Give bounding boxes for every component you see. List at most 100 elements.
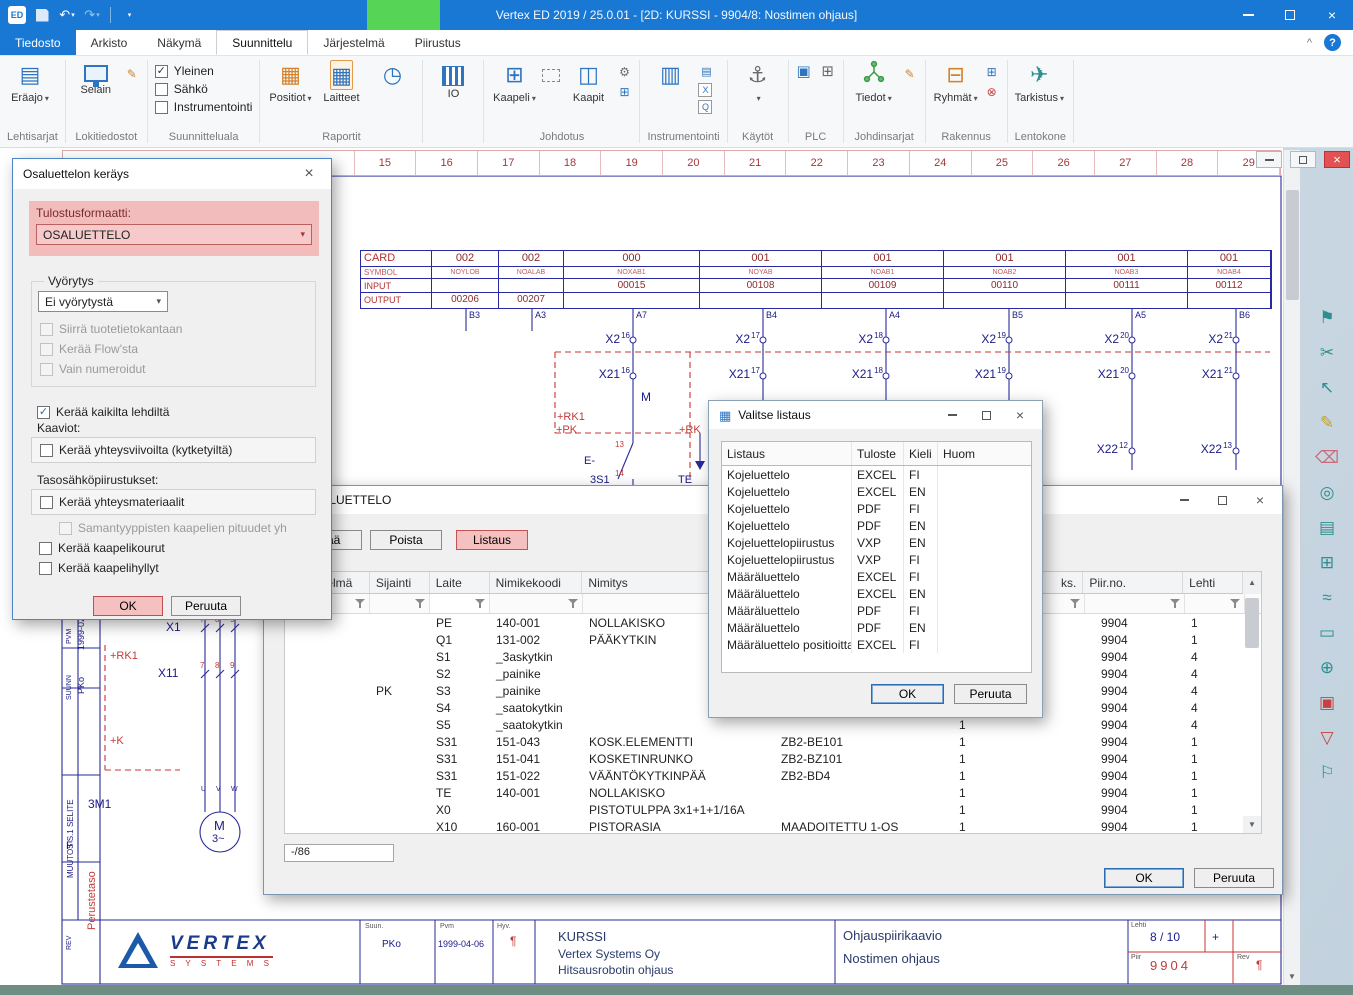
kaapelikourut-checkbox[interactable]: Kerää kaapelikourut <box>39 541 165 555</box>
minimize-button[interactable] <box>1227 0 1269 30</box>
list-item[interactable]: KojeluetteloEXCELEN <box>722 483 1031 500</box>
maximize-button[interactable] <box>1269 0 1311 30</box>
yhteysmateriaalit-checkbox[interactable]: Kerää yhteysmateriaalit <box>40 495 184 509</box>
remove-group-icon[interactable]: ⊗ <box>984 84 1000 100</box>
tab-piirustus[interactable]: Piirustus <box>400 30 476 55</box>
filter-icon[interactable] <box>568 598 578 609</box>
tab-tiedosto[interactable]: Tiedosto <box>0 30 76 55</box>
table-row[interactable]: S31151-041KOSKETINRUNKOZB2-BZ101199041 <box>285 750 1261 767</box>
mdi-restore-button[interactable] <box>1290 151 1316 168</box>
kaapelihyllyt-checkbox[interactable]: Kerää kaapelihyllyt <box>39 561 159 575</box>
selain-button[interactable]: Selain <box>73 60 119 97</box>
laitteet-button[interactable]: ▦ Laitteet <box>318 60 364 105</box>
grid-tool[interactable]: ⊞ <box>1320 553 1334 573</box>
listing-table[interactable]: Listaus Tuloste Kieli Huom KojeluetteloE… <box>721 441 1032 673</box>
dialog-close-button[interactable]: × <box>1012 407 1028 423</box>
edit-harness-icon[interactable]: ✎ <box>902 66 918 82</box>
gear-icon[interactable]: ⚙ <box>616 64 632 80</box>
scrollbar-thumb[interactable] <box>1286 190 1299 300</box>
list-item[interactable]: KojeluetteloEXCELFI <box>722 466 1031 483</box>
tab-nakyma[interactable]: Näkymä <box>142 30 216 55</box>
grid-small-icon[interactable]: ⊞ <box>616 84 632 100</box>
samantyyppisten-checkbox[interactable]: Samantyyppisten kaapelien pituudet yh <box>59 521 314 535</box>
plc-grid-icon[interactable]: ⊞ <box>820 64 836 80</box>
table-scrollbar-thumb[interactable] <box>1245 598 1259 648</box>
numeroidut-checkbox[interactable]: Vain numeroidut <box>40 362 146 376</box>
filter-icon[interactable] <box>1070 598 1080 609</box>
vertical-scrollbar[interactable]: ▲ ▼ <box>1283 150 1300 985</box>
edit-log-icon[interactable]: ✎ <box>124 66 140 82</box>
dialog-titlebar[interactable]: Osaluettelon keräys × <box>13 159 331 189</box>
cells-tool[interactable]: ▤ <box>1319 518 1335 538</box>
eraajo-button[interactable]: ▤ Eräajo▾ <box>7 60 53 105</box>
close-button[interactable]: × <box>1311 0 1353 30</box>
target-tool[interactable]: ◎ <box>1320 483 1335 503</box>
list-item[interactable]: KojeluetteloPDFEN <box>722 517 1031 534</box>
filter-icon[interactable] <box>1230 598 1240 609</box>
filter-icon[interactable] <box>355 598 365 609</box>
list-item[interactable]: MääräluetteloPDFFI <box>722 602 1031 619</box>
list-item[interactable]: KojeluettelopiirustusVXPEN <box>722 534 1031 551</box>
list-item[interactable]: MääräluetteloPDFEN <box>722 619 1031 636</box>
io-button[interactable]: IO <box>430 60 476 101</box>
peruuta-button[interactable]: Peruuta <box>171 596 241 616</box>
dialog-maximize-button[interactable] <box>978 407 994 423</box>
list-item[interactable]: KojeluettelopiirustusVXPFI <box>722 551 1031 568</box>
listaus-button[interactable]: Listaus <box>456 530 528 550</box>
dialog-maximize-button[interactable] <box>1214 492 1230 508</box>
kaapit-button[interactable]: ◫ Kaapit <box>565 60 611 105</box>
flag-tool[interactable]: ⚑ <box>1319 308 1334 328</box>
ok-button[interactable]: OK <box>1104 868 1184 888</box>
filter-icon[interactable] <box>1170 598 1180 609</box>
wave-tool[interactable]: ≈ <box>1322 588 1331 608</box>
tarkistus-button[interactable]: ✈ Tarkistus▾ <box>1015 60 1064 105</box>
collapse-ribbon-button[interactable]: ^ <box>1307 37 1312 49</box>
app-logo[interactable]: ED <box>6 3 28 27</box>
mdi-close-button[interactable]: × <box>1324 151 1350 168</box>
tab-arkisto[interactable]: Arkisto <box>76 30 143 55</box>
dialog-minimize-button[interactable] <box>944 407 960 423</box>
table-row[interactable]: X10160-001PISTORASIAMAADOITETTU 1-OS1990… <box>285 818 1261 835</box>
tab-jarjestelma[interactable]: Järjestelmä <box>308 30 399 55</box>
table-row[interactable]: S5_saatokytkin199044 <box>285 716 1261 733</box>
list-item[interactable]: MääräluetteloEXCELEN <box>722 585 1031 602</box>
ryhmat-button[interactable]: ⊟ Ryhmät▾ <box>933 60 979 105</box>
table-scroll-down-button[interactable]: ▼ <box>1243 816 1261 833</box>
yhteysviivoilta-checkbox[interactable]: Kerää yhteysviivoilta (kytketyiltä) <box>40 443 232 457</box>
pen-tool[interactable]: ✎ <box>1320 413 1334 433</box>
table-row[interactable]: TE140-001NOLLAKISKO199041 <box>285 784 1261 801</box>
x-doc-icon[interactable]: X <box>698 83 712 97</box>
list-item[interactable]: MääräluetteloEXCELFI <box>722 568 1031 585</box>
q-doc-icon[interactable]: Q <box>698 100 712 114</box>
format-dropdown[interactable]: OSALUETTELO ▾ <box>36 224 312 245</box>
instrument-sheet-button[interactable]: ▥ <box>647 60 693 90</box>
filter-icon[interactable] <box>475 598 485 609</box>
peruuta-button[interactable]: Peruuta <box>1194 868 1274 888</box>
erase-tool[interactable]: ⌫ <box>1315 448 1339 468</box>
mdi-minimize-button[interactable] <box>1256 151 1282 168</box>
frame-tool[interactable]: ▣ <box>1319 693 1335 713</box>
list-item[interactable]: Määräluettelo positioittainEXCELFI <box>722 636 1031 653</box>
kaapeli-button[interactable]: ⊞ Kaapeli▾ <box>491 60 537 105</box>
save-button[interactable] <box>31 3 53 27</box>
tiedot-button[interactable]: Tiedot▾ <box>851 60 897 105</box>
list-item[interactable]: KojeluetteloPDFFI <box>722 500 1031 517</box>
filter-icon[interactable] <box>415 598 425 609</box>
kaikilta-checkbox[interactable]: ✓Kerää kaikilta lehdiltä <box>37 405 169 419</box>
tab-suunnittelu[interactable]: Suunnittelu <box>216 30 308 55</box>
poista-button[interactable]: Poista <box>370 530 442 550</box>
scheduled-report-button[interactable]: ◷ <box>369 60 415 90</box>
flow-checkbox[interactable]: Kerää Flow'sta <box>40 342 138 356</box>
instrumentointi-checkbox[interactable]: Instrumentointi <box>155 100 253 114</box>
dialog-close-button[interactable]: × <box>301 166 317 182</box>
cursor-tool[interactable]: ↖ <box>1320 378 1334 398</box>
undo-button[interactable]: ↶▾ <box>56 3 78 27</box>
scissors-tool[interactable]: ✂ <box>1320 343 1334 363</box>
tag-tool[interactable]: ⚐ <box>1319 763 1334 783</box>
table-row[interactable]: S31151-022VÄÄNTÖKYTKINPÄÄZB2-BD4199041 <box>285 767 1261 784</box>
customize-qat-button[interactable]: ▾ <box>118 3 140 27</box>
box-tool[interactable]: ▭ <box>1319 623 1335 643</box>
table-scroll-up-button[interactable]: ▲ <box>1243 572 1261 594</box>
dialog-titlebar[interactable]: ▦ Valitse listaus × <box>709 401 1042 429</box>
vyorytys-dropdown[interactable]: Ei vyörytystä ▾ <box>38 291 168 312</box>
